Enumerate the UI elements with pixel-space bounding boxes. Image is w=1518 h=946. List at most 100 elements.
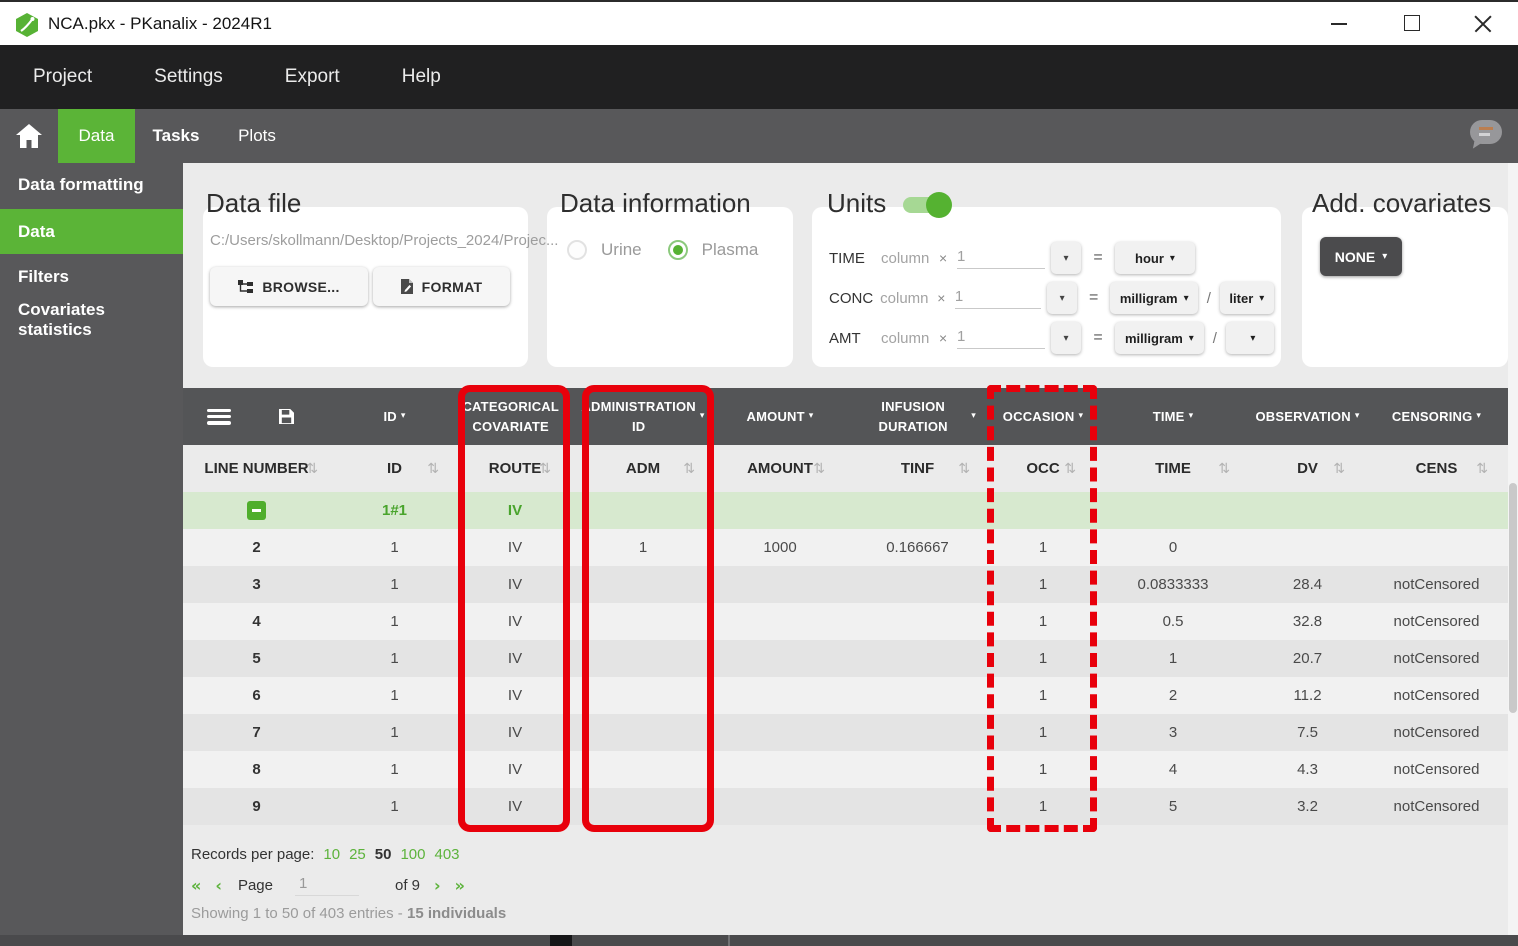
covariates-none-dropdown[interactable]: NONE ▾ xyxy=(1320,237,1402,276)
records-option-403[interactable]: 403 xyxy=(435,846,460,863)
time-unit-dropdown[interactable]: hour ▾ xyxy=(1115,242,1195,274)
records-option-25[interactable]: 25 xyxy=(349,846,366,863)
column-header-line-number[interactable]: LINE NUMBER ⇅ xyxy=(183,445,330,492)
first-page-button[interactable]: « xyxy=(191,876,201,895)
table-cell: 1 xyxy=(390,687,399,704)
bottom-bar xyxy=(0,935,1518,946)
column-header-amount[interactable]: AMOUNT ⇅ xyxy=(715,445,845,492)
sort-icon[interactable]: ⇅ xyxy=(813,461,825,477)
table-cell: 1 xyxy=(390,761,399,778)
group-header-time[interactable]: TIME ▾ xyxy=(1096,388,1250,445)
close-icon[interactable] xyxy=(1473,14,1493,34)
data-file-title: Data file xyxy=(206,188,302,218)
amt-denominator-dropdown[interactable]: ▾ xyxy=(1225,322,1274,354)
format-button[interactable]: FORMAT xyxy=(373,267,510,306)
sidebar-item-data-formatting[interactable]: Data formatting xyxy=(0,170,183,200)
collapse-group-icon[interactable] xyxy=(247,501,266,520)
equals-sign: = xyxy=(1088,289,1099,306)
conc-factor-input[interactable]: 1 xyxy=(954,288,1042,309)
table-cell: 0.166667 xyxy=(886,539,949,556)
units-row-time: TIME column × 1 ▾ = hour ▾ xyxy=(829,241,1274,275)
tab-tasks[interactable]: Tasks xyxy=(135,109,217,163)
format-file-icon xyxy=(400,279,413,294)
minimize-icon[interactable] xyxy=(1331,23,1347,25)
table-row: 5 1 IV 1 1 20.7 notCensored xyxy=(183,640,1508,677)
sidebar-item-filters[interactable]: Filters xyxy=(0,262,183,292)
column-header-tinf[interactable]: TINF ⇅ xyxy=(845,445,990,492)
sort-icon[interactable]: ⇅ xyxy=(1476,461,1488,477)
group-header-observation[interactable]: OBSERVATION ▾ xyxy=(1250,388,1365,445)
group-header-amount[interactable]: AMOUNT ▾ xyxy=(715,388,845,445)
menu-project[interactable]: Project xyxy=(33,66,92,88)
menu-export[interactable]: Export xyxy=(285,66,340,88)
records-option-10[interactable]: 10 xyxy=(323,846,340,863)
scrollbar-thumb[interactable] xyxy=(1509,483,1517,713)
feedback-chat-icon[interactable] xyxy=(1470,120,1502,144)
group-header-censoring[interactable]: CENSORING ▾ xyxy=(1365,388,1508,445)
vertical-scrollbar[interactable] xyxy=(1508,163,1518,935)
maximize-icon[interactable] xyxy=(1404,15,1420,31)
column-header-cens[interactable]: CENS ⇅ xyxy=(1365,445,1508,492)
sort-icon[interactable]: ⇅ xyxy=(427,461,439,477)
annotation-box-occasion-dashed xyxy=(987,385,1097,832)
bottom-bar-segment xyxy=(550,935,572,946)
plasma-radio-label: Plasma xyxy=(701,240,759,259)
group-header-infusion-duration[interactable]: INFUSION DURATION ▾ xyxy=(845,388,990,445)
table-menu-icon[interactable] xyxy=(207,408,231,425)
chevron-down-icon: ▾ xyxy=(1169,252,1175,264)
sort-icon[interactable]: ⇅ xyxy=(958,461,970,477)
annotation-box-categorical-covariate xyxy=(458,385,570,832)
sidebar-item-covariates-statistics[interactable]: Covariates statistics xyxy=(0,300,183,339)
conc-unit-value: milligram xyxy=(1119,290,1178,306)
amt-factor-input[interactable]: 1 xyxy=(957,328,1045,349)
amt-unit-dropdown[interactable]: milligram ▾ xyxy=(1115,322,1204,354)
table-cell: 4 xyxy=(252,613,261,630)
add-covariates-panel xyxy=(1302,207,1508,367)
group-header-id[interactable]: ID ▾ xyxy=(330,388,459,445)
chat-line xyxy=(1479,127,1493,130)
table-cell: notCensored xyxy=(1393,798,1480,815)
menu-help[interactable]: Help xyxy=(402,66,441,88)
plasma-radio[interactable] xyxy=(667,240,688,260)
amt-factor-dropdown[interactable]: ▾ xyxy=(1051,322,1081,354)
sort-icon[interactable]: ⇅ xyxy=(1333,461,1345,477)
menu-settings[interactable]: Settings xyxy=(154,66,223,88)
units-toggle[interactable] xyxy=(903,192,952,218)
home-button[interactable] xyxy=(0,109,58,163)
records-option-100[interactable]: 100 xyxy=(400,846,425,863)
last-page-button[interactable]: » xyxy=(455,876,465,895)
unit-column-label: column xyxy=(880,289,929,307)
chevron-down-icon: ▾ xyxy=(1183,292,1189,304)
tab-plots[interactable]: Plots xyxy=(217,109,297,163)
browse-button[interactable]: BROWSE... xyxy=(210,267,368,306)
conc-factor-dropdown[interactable]: ▾ xyxy=(1047,282,1077,314)
time-factor-dropdown[interactable]: ▾ xyxy=(1051,242,1081,274)
table-cell: 8 xyxy=(252,761,261,778)
table-cell: 5 xyxy=(252,650,261,667)
previous-page-button[interactable]: ‹ xyxy=(215,876,222,895)
conc-unit-dropdown[interactable]: milligram ▾ xyxy=(1110,282,1199,314)
column-header-dv[interactable]: DV ⇅ xyxy=(1250,445,1365,492)
save-icon[interactable] xyxy=(279,409,294,424)
records-option-50[interactable]: 50 xyxy=(375,846,392,863)
conc-denominator-dropdown[interactable]: liter ▾ xyxy=(1219,282,1274,314)
table-cell: 20.7 xyxy=(1292,650,1323,667)
column-header-id[interactable]: ID ⇅ xyxy=(330,445,459,492)
table-cell: 9 xyxy=(252,798,261,815)
time-factor-input[interactable]: 1 xyxy=(957,248,1045,269)
table-cell: 1 xyxy=(390,613,399,630)
tab-data[interactable]: Data xyxy=(58,109,135,163)
sort-icon[interactable]: ⇅ xyxy=(1218,461,1230,477)
column-header-time[interactable]: TIME ⇅ xyxy=(1096,445,1250,492)
unit-column-label: column xyxy=(881,249,930,267)
urine-radio[interactable] xyxy=(567,240,587,260)
table-cell: 1 xyxy=(390,539,399,556)
sidebar-item-data[interactable]: Data xyxy=(0,209,183,254)
table-cell: notCensored xyxy=(1393,613,1480,630)
page-number-input[interactable]: 1 xyxy=(294,875,359,896)
table-cell: 1 xyxy=(390,650,399,667)
table-cell: 1000 xyxy=(763,539,797,556)
sort-icon[interactable]: ⇅ xyxy=(306,461,318,477)
next-page-button[interactable]: › xyxy=(434,876,441,895)
table-cell: 3.2 xyxy=(1297,798,1318,815)
